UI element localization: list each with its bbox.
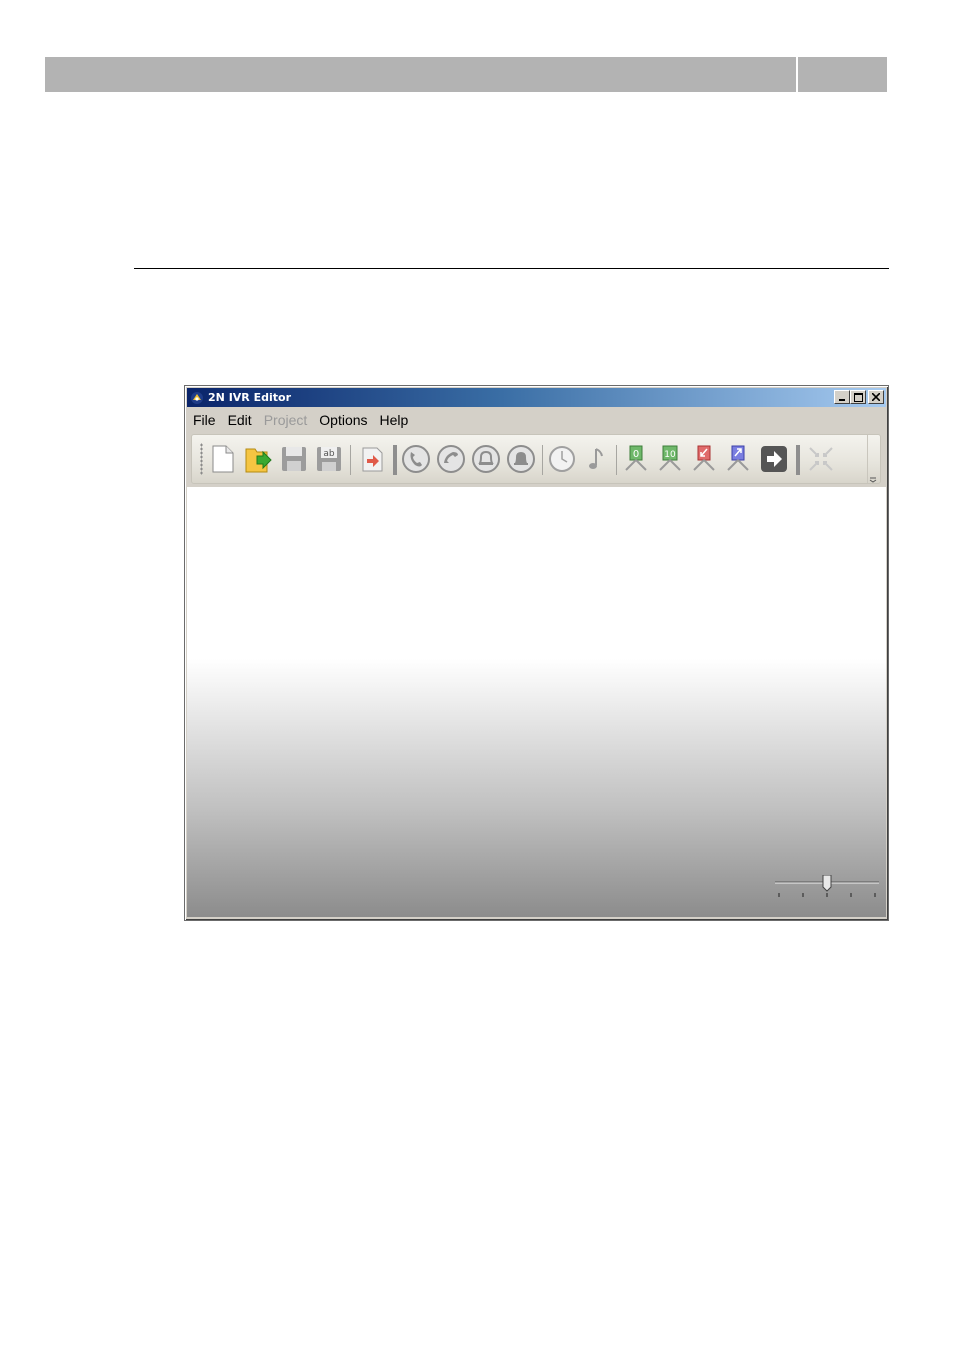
menu-bar: File Edit Project Options Help bbox=[187, 409, 886, 431]
save-icon bbox=[282, 447, 306, 471]
clock-icon bbox=[549, 446, 575, 472]
svg-text:ab: ab bbox=[323, 449, 335, 459]
minimize-icon bbox=[839, 399, 845, 401]
window-controls bbox=[834, 390, 884, 404]
toolbar-separator bbox=[796, 445, 800, 475]
bell-button[interactable] bbox=[471, 444, 501, 474]
save-as-icon: ab bbox=[317, 447, 341, 471]
menu-file[interactable]: File bbox=[187, 412, 222, 428]
branch-down-button[interactable] bbox=[689, 444, 719, 474]
toolbar: ab 0 10 bbox=[191, 434, 881, 484]
open-button[interactable] bbox=[243, 444, 273, 474]
branch-10-button[interactable]: 10 bbox=[655, 444, 685, 474]
jump-button[interactable] bbox=[759, 444, 789, 474]
save-button[interactable] bbox=[279, 444, 309, 474]
save-as-button[interactable]: ab bbox=[314, 444, 344, 474]
menu-options[interactable]: Options bbox=[313, 412, 373, 428]
outgoing-call-button[interactable] bbox=[436, 444, 466, 474]
close-button[interactable] bbox=[868, 390, 884, 404]
branch-down-icon bbox=[693, 445, 715, 471]
app-logo-icon bbox=[191, 391, 203, 404]
toolbar-separator bbox=[542, 445, 543, 475]
toolbar-separator bbox=[350, 445, 351, 475]
jump-arrow-icon bbox=[761, 446, 787, 472]
collapse-icon bbox=[809, 447, 833, 471]
close-icon bbox=[872, 393, 880, 401]
branch-0-badge: 0 bbox=[633, 449, 639, 460]
branch-0-icon: 0 bbox=[625, 445, 647, 471]
maximize-icon bbox=[853, 392, 863, 402]
outgoing-call-icon bbox=[437, 445, 465, 473]
branch-up-icon bbox=[727, 445, 749, 471]
new-button[interactable] bbox=[208, 444, 238, 474]
toolbar-grip[interactable] bbox=[200, 443, 203, 475]
incoming-call-icon bbox=[402, 445, 430, 473]
bell-filled-button[interactable] bbox=[506, 444, 536, 474]
bell-filled-icon bbox=[507, 445, 535, 473]
title-bar[interactable]: 2N IVR Editor bbox=[187, 388, 886, 407]
toolbar-overflow[interactable] bbox=[867, 435, 878, 483]
export-icon bbox=[362, 447, 383, 472]
clock-button[interactable] bbox=[547, 444, 577, 474]
minimize-button[interactable] bbox=[834, 390, 850, 404]
chevron-down-icon bbox=[869, 477, 877, 483]
branch-up-button[interactable] bbox=[723, 444, 753, 474]
window-title: 2N IVR Editor bbox=[208, 391, 291, 404]
document-rule bbox=[134, 268, 889, 269]
branch-10-icon: 10 bbox=[659, 445, 681, 471]
toolbar-separator bbox=[393, 445, 397, 475]
export-button[interactable] bbox=[358, 444, 388, 474]
music-button[interactable] bbox=[582, 444, 612, 474]
music-note-icon bbox=[589, 448, 603, 469]
collapse-button[interactable] bbox=[806, 444, 836, 474]
editor-canvas[interactable] bbox=[187, 487, 886, 917]
new-document-icon bbox=[212, 445, 234, 473]
zoom-slider[interactable] bbox=[774, 875, 880, 903]
open-folder-icon bbox=[245, 448, 272, 473]
document-header-tab bbox=[798, 57, 887, 92]
toolbar-separator bbox=[616, 445, 617, 475]
maximize-button[interactable] bbox=[850, 390, 866, 404]
branch-10-badge: 10 bbox=[664, 450, 676, 460]
menu-help[interactable]: Help bbox=[374, 412, 415, 428]
menu-edit[interactable]: Edit bbox=[222, 412, 258, 428]
bell-icon bbox=[472, 445, 500, 473]
zoom-thumb[interactable] bbox=[822, 875, 832, 892]
document-header-bar bbox=[45, 57, 796, 92]
branch-0-button[interactable]: 0 bbox=[621, 444, 651, 474]
menu-project: Project bbox=[263, 412, 308, 428]
incoming-call-button[interactable] bbox=[401, 444, 431, 474]
app-window: 2N IVR Editor File Edit Project Options … bbox=[184, 385, 889, 921]
